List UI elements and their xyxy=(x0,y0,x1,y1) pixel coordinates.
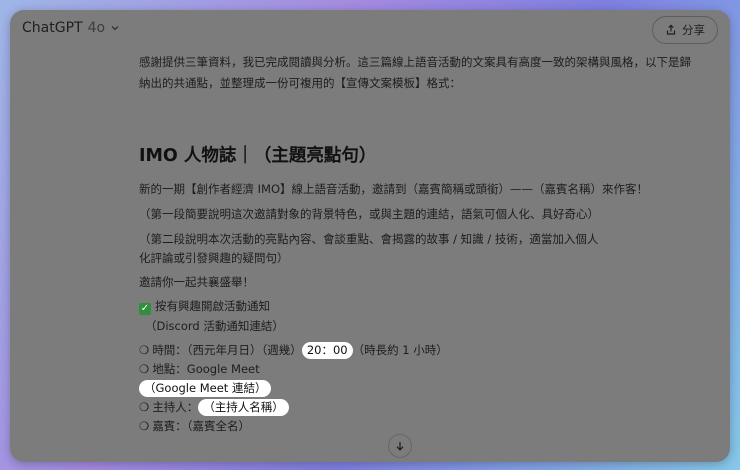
paragraph-4: 邀請你一起共襄盛舉！ xyxy=(139,275,254,289)
time-suffix: （時長約 1 小時） xyxy=(352,343,448,357)
time-value: 20：00 xyxy=(301,342,353,359)
bullet-icon: ❍ xyxy=(139,419,150,433)
model-selector[interactable]: ChatGPT 4o xyxy=(22,20,120,36)
chevron-down-icon xyxy=(111,26,119,31)
paragraph-2: （第一段簡要說明這次邀請對象的背景特色，或與主題的連結，語氣可個人化、具好奇心） xyxy=(139,207,599,221)
top-bar: ChatGPT 4o 分享 xyxy=(10,10,730,50)
intro-line-2: 納出的共通點，並整理成一份可複用的【宣傳文案模板】格式： xyxy=(139,76,461,90)
chat-window: ChatGPT 4o 分享 感謝提供三筆資料，我已完成閱讀與分析。這三篇線上語音… xyxy=(10,10,730,462)
arrow-down-icon xyxy=(396,442,404,451)
intro-line-1: 感謝提供三筆資料，我已完成閱讀與分析。這三篇線上語音活動的文案具有高度一致的架構… xyxy=(139,55,691,69)
guest-label: 嘉賓：（嘉賓全名） xyxy=(152,419,251,433)
paragraph-3: （第二段說明本次活動的亮點內容、會談重點、會揭露的故事 / 知識 / 技術，適當… xyxy=(139,232,599,265)
bullet-icon: ❍ xyxy=(139,400,150,414)
checkmark-icon: ✓ xyxy=(139,303,151,315)
time-line: ❍ 時間：（西元年月日）（週幾） 20：00 （時長約 1 小時） xyxy=(139,341,609,360)
paragraph-1: 新的一期【創作者經濟 IMO】線上語音活動，邀請到（嘉賓簡稱或頭銜）——（嘉賓名… xyxy=(139,182,649,196)
model-version: 4o xyxy=(87,20,106,36)
guest-line: ❍ 嘉賓：（嘉賓全名） xyxy=(139,417,609,436)
meet-link-line: （Google Meet 連結） xyxy=(139,379,609,398)
place-line: ❍ 地點：Google Meet xyxy=(139,360,609,379)
bullet-icon: ❍ xyxy=(139,343,150,357)
bullet-icon: ❍ xyxy=(139,362,150,376)
share-label: 分享 xyxy=(682,23,705,37)
notify-line: ✓ 按有興趣開啟活動通知 xyxy=(139,297,609,316)
place-label: 地點：Google Meet xyxy=(152,362,260,376)
host-line: ❍ 主持人： （主持人名稱） xyxy=(139,398,609,417)
host-value: （主持人名稱） xyxy=(198,399,289,416)
scroll-down-button[interactable] xyxy=(388,434,412,458)
discord-link[interactable]: （Discord 活動通知連結） xyxy=(145,317,615,336)
meet-link[interactable]: （Google Meet 連結） xyxy=(139,380,272,397)
share-button[interactable]: 分享 xyxy=(652,16,718,44)
app-name: ChatGPT xyxy=(22,20,83,36)
template-heading: IMO 人物誌｜（主題亮點句） xyxy=(139,146,377,166)
time-prefix: 時間：（西元年月日）（週幾） xyxy=(152,343,302,357)
share-icon xyxy=(666,24,676,35)
host-prefix: 主持人： xyxy=(152,400,199,414)
notify-label: 按有興趣開啟活動通知 xyxy=(155,299,270,313)
